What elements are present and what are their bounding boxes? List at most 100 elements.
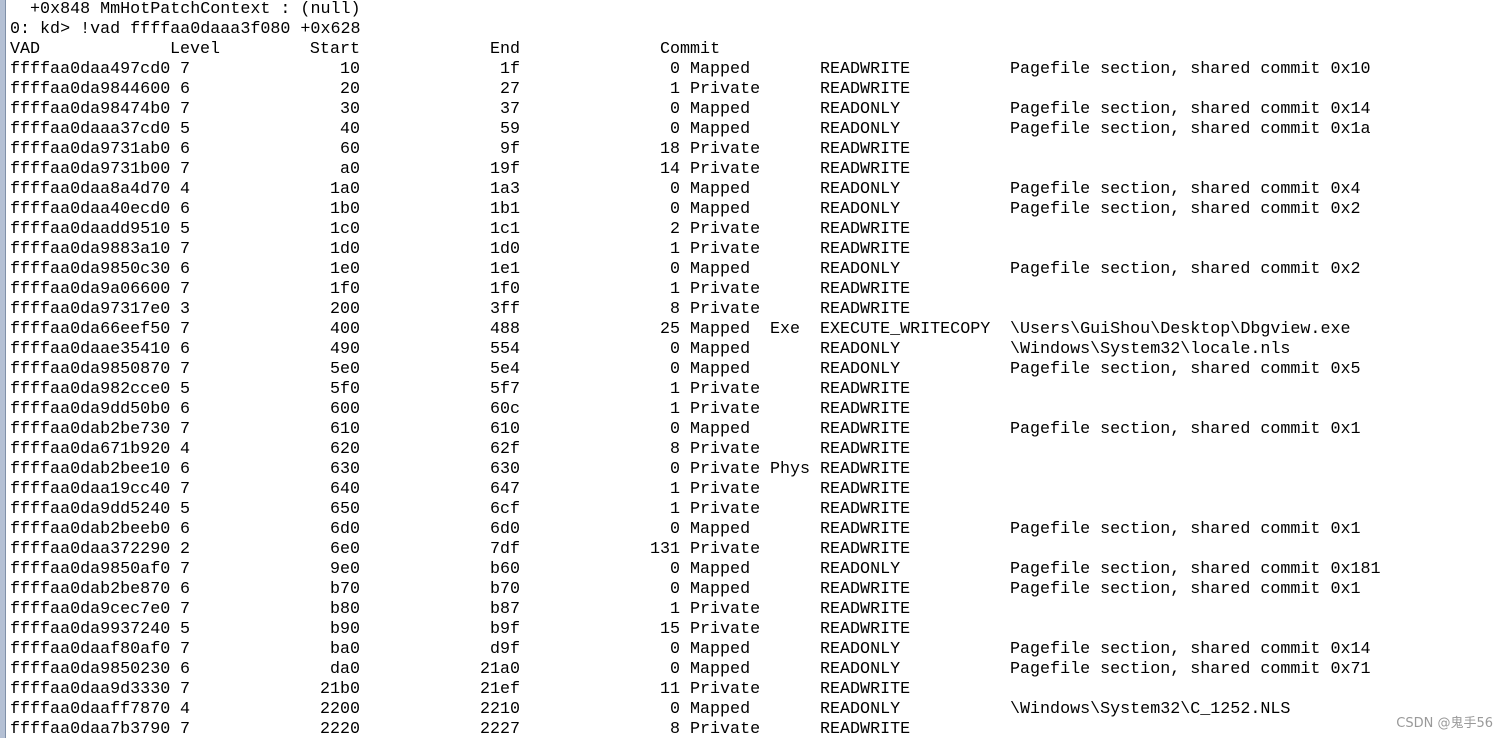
cell-start: 620 <box>329 440 360 459</box>
cell-vad-address: ffffaa0daadd9510 <box>10 220 171 239</box>
cell-end: 488 <box>489 320 520 339</box>
cell-flag: Phys <box>770 460 811 479</box>
table-row: ffffaa0da9dd50b0 6 600 60c 1 Private READWRITE <box>0 400 1507 420</box>
cell-vad-address: ffffaa0daa19cc40 <box>10 480 171 499</box>
cell-type: Mapped <box>690 520 751 539</box>
cell-end: 1f0 <box>489 280 520 299</box>
cell-level: 7 <box>180 100 191 119</box>
cell-start: b90 <box>329 620 360 639</box>
cell-commit: 0 <box>669 700 680 719</box>
cell-start: 5f0 <box>329 380 360 399</box>
cell-commit: 1 <box>669 280 680 299</box>
cell-protection: READWRITE <box>820 300 911 319</box>
cell-type: Mapped <box>690 320 751 339</box>
cell-start: 60 <box>339 140 360 159</box>
cell-description: Pagefile section, shared commit 0x5 <box>1010 360 1361 379</box>
cell-start: 40 <box>339 120 360 139</box>
cell-level: 6 <box>180 460 191 479</box>
cell-start: 2220 <box>319 720 360 739</box>
cell-level: 7 <box>180 680 191 699</box>
cell-start: 400 <box>329 320 360 339</box>
cell-level: 4 <box>180 700 191 719</box>
table-row: ffffaa0daa372290 2 6e0 7df 131 Private READWRI… <box>0 540 1507 560</box>
header-vad: VAD <box>10 40 41 59</box>
cell-end: 2210 <box>479 700 520 719</box>
cell-commit: 18 <box>659 140 680 159</box>
cell-end: 9f <box>499 140 520 159</box>
cell-start: b80 <box>329 600 360 619</box>
cell-level: 6 <box>180 660 191 679</box>
cell-type: Mapped <box>690 100 751 119</box>
cell-type: Mapped <box>690 200 751 219</box>
cell-commit: 8 <box>669 440 680 459</box>
cell-description: Pagefile section, shared commit 0x71 <box>1010 660 1371 679</box>
cell-vad-address: ffffaa0da9850af0 <box>10 560 171 579</box>
cell-commit: 1 <box>669 480 680 499</box>
cell-commit: 0 <box>669 120 680 139</box>
cell-start: 30 <box>339 100 360 119</box>
table-row: ffffaa0daa8a4d70 4 1a0 1a3 0 Mapped READONLY Pa… <box>0 180 1507 200</box>
cell-protection: READWRITE <box>820 80 911 99</box>
cell-start: 640 <box>329 480 360 499</box>
cell-commit: 0 <box>669 520 680 539</box>
cell-start: a0 <box>339 160 360 179</box>
cell-vad-address: ffffaa0daa40ecd0 <box>10 200 171 219</box>
cell-commit: 0 <box>669 180 680 199</box>
cell-type: Mapped <box>690 60 751 79</box>
cell-start: 630 <box>329 460 360 479</box>
cell-start: da0 <box>329 660 360 679</box>
table-row: ffffaa0daa19cc40 7 640 647 1 Private READWRITE <box>0 480 1507 500</box>
cell-protection: READWRITE <box>820 540 911 559</box>
cell-type: Private <box>690 540 761 559</box>
table-row: ffffaa0da9850c30 6 1e0 1e1 0 Mapped READONLY Pa… <box>0 260 1507 280</box>
cell-type: Mapped <box>690 420 751 439</box>
cell-commit: 0 <box>669 460 680 479</box>
cell-description: Pagefile section, shared commit 0x2 <box>1010 260 1361 279</box>
cell-type: Private <box>690 620 761 639</box>
cell-end: 7df <box>489 540 520 559</box>
cell-description: \Users\GuiShou\Desktop\Dbgview.exe <box>1010 320 1351 339</box>
cell-vad-address: ffffaa0da66eef50 <box>10 320 171 339</box>
cell-vad-address: ffffaa0da9dd5240 <box>10 500 171 519</box>
header-commit: Commit <box>660 40 721 59</box>
cell-end: b70 <box>489 580 520 599</box>
cell-protection: READONLY <box>820 660 901 679</box>
cell-end: 5f7 <box>489 380 520 399</box>
cell-type: Mapped <box>690 360 751 379</box>
cell-description: Pagefile section, shared commit 0x1 <box>1010 420 1361 439</box>
cell-end: b87 <box>489 600 520 619</box>
cell-protection: READWRITE <box>820 580 911 599</box>
table-row: ffffaa0daadd9510 5 1c0 1c1 2 Private READWRITE <box>0 220 1507 240</box>
cell-description: Pagefile section, shared commit 0x1 <box>1010 580 1361 599</box>
cell-level: 5 <box>180 500 191 519</box>
cell-protection: READONLY <box>820 340 901 359</box>
cell-level: 7 <box>180 60 191 79</box>
cell-level: 2 <box>180 540 191 559</box>
cell-type: Private <box>690 220 761 239</box>
cell-protection: READONLY <box>820 100 901 119</box>
cell-level: 5 <box>180 220 191 239</box>
cell-commit: 11 <box>659 680 680 699</box>
cell-level: 7 <box>180 560 191 579</box>
cell-level: 7 <box>180 320 191 339</box>
cell-end: 630 <box>489 460 520 479</box>
cell-protection: READWRITE <box>820 60 911 79</box>
cell-commit: 131 <box>649 540 680 559</box>
cell-end: 19f <box>489 160 520 179</box>
cell-end: 554 <box>489 340 520 359</box>
cell-description: \Windows\System32\C_1252.NLS <box>1010 700 1291 719</box>
cell-level: 4 <box>180 180 191 199</box>
cell-level: 6 <box>180 200 191 219</box>
cell-start: 9e0 <box>329 560 360 579</box>
cell-type: Private <box>690 680 761 699</box>
table-row: ffffaa0da97317e0 3 200 3ff 8 Private READWRITE <box>0 300 1507 320</box>
table-row: ffffaa0da9883a10 7 1d0 1d0 1 Private READWRITE <box>0 240 1507 260</box>
cell-start: 1f0 <box>329 280 360 299</box>
table-row: ffffaa0da98474b0 7 30 37 0 Mapped READONLY Page… <box>0 100 1507 120</box>
header-end: End <box>489 40 520 59</box>
cell-vad-address: ffffaa0da9731b00 <box>10 160 171 179</box>
cell-level: 7 <box>180 160 191 179</box>
cell-level: 3 <box>180 300 191 319</box>
cell-commit: 15 <box>659 620 680 639</box>
cell-end: 1f <box>499 60 520 79</box>
